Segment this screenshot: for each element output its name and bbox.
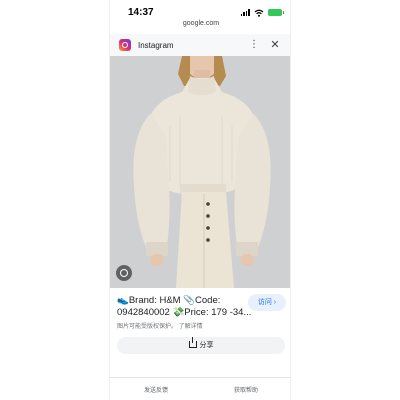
phone-screen: 14:37 google.com Instagram ⋮ ✕ 👟Brand: H… (109, 0, 291, 400)
share-icon (188, 337, 197, 348)
sweater-photo (110, 56, 290, 288)
visit-button[interactable]: 访问 › (248, 294, 286, 311)
lens-icon[interactable] (116, 265, 132, 281)
share-label: 分享 (199, 342, 214, 349)
caption-line-2: 0942840002 💸Price: 179 -34... (117, 307, 252, 318)
share-button[interactable]: 分享 (117, 337, 285, 354)
copyright-note[interactable]: 图片可能受版权保护。 了解详情 (117, 321, 203, 330)
get-help-link[interactable]: 获取帮助 (234, 385, 258, 394)
status-time: 14:37 (128, 7, 154, 18)
wifi-icon (254, 9, 264, 17)
url-bar[interactable]: google.com (110, 20, 290, 32)
status-bar: 14:37 (110, 0, 290, 20)
more-vert-icon[interactable]: ⋮ (249, 39, 259, 51)
send-feedback-link[interactable]: 发送反馈 (144, 385, 168, 394)
battery-icon (268, 9, 284, 16)
status-icons (240, 8, 284, 17)
close-icon[interactable]: ✕ (269, 39, 281, 51)
source-name[interactable]: Instagram (138, 41, 174, 50)
footer-divider (110, 377, 290, 378)
signal-icon (240, 9, 250, 16)
result-caption[interactable]: 👟Brand: H&M 📎Code: 0942840002 💸Price: 17… (117, 295, 255, 319)
source-header: Instagram ⋮ ✕ (110, 34, 290, 57)
instagram-icon (119, 39, 131, 51)
product-image[interactable] (110, 56, 290, 288)
caption-line-1: 👟Brand: H&M 📎Code: (117, 295, 221, 306)
